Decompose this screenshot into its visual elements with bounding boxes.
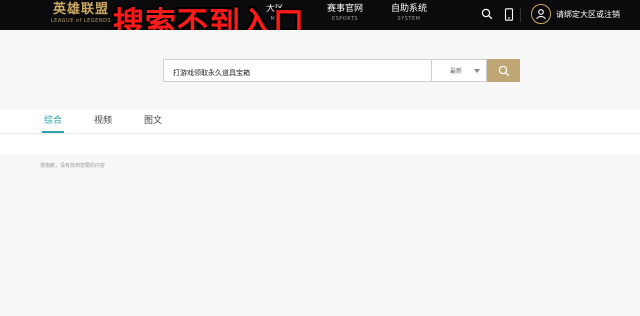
logo-english-text: LEAGUE of LEGENDS [50,18,112,24]
search-box [163,59,431,84]
league-of-legends-logo[interactable]: 英雄联盟 LEAGUE of LEGENDS [50,3,112,27]
sort-dropdown[interactable]: 最新 [431,59,487,82]
header-search-button[interactable] [480,7,494,21]
search-submit-button[interactable] [487,59,520,82]
tab-all[interactable]: 综合 [44,115,62,127]
user-avatar[interactable] [531,4,551,24]
header-mobile-button[interactable] [502,7,516,21]
tab-article[interactable]: 图文 [144,115,162,127]
user-icon [536,9,546,20]
logo-chinese-text: 英雄联盟 [52,2,109,17]
nav-item-system-sublabel: SYSTEM [397,16,421,22]
bind-region-or-logout-link[interactable]: 请绑定大区或注销 [556,9,620,21]
search-input[interactable] [164,62,431,84]
tab-video[interactable]: 视频 [94,115,112,127]
nav-item-esports[interactable]: 赛事官网 ESPORTS [326,4,364,26]
search-icon [481,8,493,20]
top-navigation-bar: 英雄联盟 LEAGUE of LEGENDS 大区 MU 赛事官网 ESPORT… [0,0,640,30]
results-spacer [0,134,640,154]
header-divider [520,8,521,22]
active-tab-indicator [42,131,64,133]
nav-item-esports-sublabel: ESPORTS [331,16,359,22]
search-icon [498,65,509,76]
search-area: 最新 [0,30,640,110]
result-tabs: 综合 视频 图文 [0,110,640,134]
nav-item-esports-label: 赛事官网 [326,4,363,14]
results-area: 很抱歉，没有找到您要的内容 [0,154,640,316]
chevron-down-icon [474,69,480,73]
sort-selected-value: 最新 [450,68,463,75]
nav-item-system[interactable]: 自助系统 SYSTEM [391,4,427,26]
nav-item-system-label: 自助系统 [391,4,428,14]
empty-results-message: 很抱歉，没有找到您要的内容 [40,163,106,169]
phone-icon [504,7,514,21]
